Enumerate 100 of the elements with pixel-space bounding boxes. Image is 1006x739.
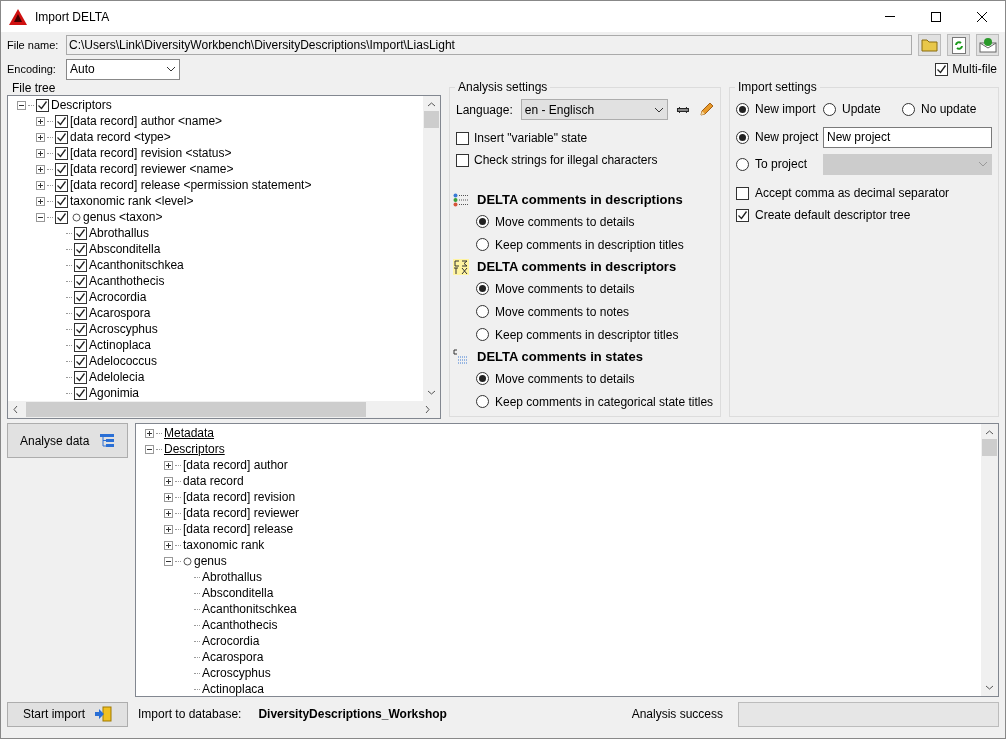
- tree-item[interactable]: [data record] reviewer <name>: [70, 160, 234, 178]
- radio-button[interactable]: [736, 102, 749, 116]
- expand-toggle[interactable]: [164, 508, 173, 518]
- reload-button[interactable]: [947, 34, 970, 56]
- tree-item[interactable]: Acarospora: [89, 304, 151, 322]
- checkbox[interactable]: [74, 370, 87, 384]
- scrollbar-thumb[interactable]: [982, 439, 997, 456]
- tree-item[interactable]: [data record] author <name>: [70, 112, 223, 130]
- vertical-scrollbar[interactable]: [423, 96, 440, 401]
- checkbox[interactable]: [36, 98, 49, 112]
- horizontal-scrollbar[interactable]: [8, 401, 440, 418]
- tree-item[interactable]: [data record] author: [183, 456, 288, 474]
- tree-item[interactable]: Acroscyphus: [202, 664, 271, 682]
- expand-toggle[interactable]: [36, 180, 45, 190]
- tree-item[interactable]: [data record] release <permission statement>: [70, 176, 312, 194]
- tree-item[interactable]: Abrothallus: [89, 224, 150, 242]
- radio-button[interactable]: [476, 215, 489, 228]
- vertical-scrollbar[interactable]: [981, 424, 998, 696]
- tree-item[interactable]: Agonimia: [89, 384, 140, 401]
- expand-toggle[interactable]: [36, 132, 45, 142]
- checkbox[interactable]: [74, 306, 87, 320]
- tree-item[interactable]: data record <type>: [70, 128, 171, 146]
- collapse-toggle[interactable]: [36, 212, 45, 222]
- tree-item[interactable]: Adelococcus: [89, 352, 158, 370]
- tree-item[interactable]: Adelolecia: [89, 368, 145, 386]
- tree-item[interactable]: Acarospora: [202, 648, 264, 666]
- tree-item[interactable]: Absconditella: [89, 240, 161, 258]
- radio-button[interactable]: [476, 305, 489, 318]
- start-import-button[interactable]: Start import: [7, 701, 128, 727]
- expand-toggle[interactable]: [164, 524, 173, 534]
- checkbox[interactable]: [55, 194, 68, 208]
- collapse-toggle[interactable]: [164, 556, 173, 566]
- checkbox[interactable]: [74, 338, 87, 352]
- tree-item[interactable]: Metadata: [164, 424, 215, 442]
- tree-item[interactable]: Acroscyphus: [89, 320, 158, 338]
- collapse-toggle[interactable]: [17, 100, 26, 110]
- checkbox[interactable]: [55, 210, 68, 224]
- checkbox[interactable]: [74, 242, 87, 256]
- checkbox[interactable]: [456, 153, 469, 167]
- tree-item[interactable]: Acanthothecis: [202, 616, 278, 634]
- expand-toggle[interactable]: [164, 460, 173, 470]
- tree-item[interactable]: [data record] reviewer: [183, 504, 300, 522]
- radio-button[interactable]: [476, 395, 489, 408]
- radio-button[interactable]: [902, 102, 915, 116]
- radio-button[interactable]: [476, 328, 489, 341]
- tree-item[interactable]: Acrocordia: [202, 632, 260, 650]
- checkbox[interactable]: [55, 130, 68, 144]
- radio-button[interactable]: [823, 102, 836, 116]
- tree-item[interactable]: Descriptors: [164, 440, 225, 458]
- tree-item[interactable]: [data record] revision <status>: [70, 144, 232, 162]
- checkbox[interactable]: [55, 146, 68, 160]
- tree-item[interactable]: Acrocordia: [89, 288, 147, 306]
- tree-item[interactable]: data record: [183, 472, 244, 490]
- encoding-dropdown[interactable]: Auto: [66, 58, 180, 80]
- checkbox[interactable]: [74, 386, 87, 400]
- checkbox[interactable]: [55, 162, 68, 176]
- swap-icon[interactable]: [676, 104, 691, 115]
- checkbox[interactable]: [74, 322, 87, 336]
- file-name-field[interactable]: C:\Users\Link\DiversityWorkbench\DiversityDescriptions\Import\LiasLight: [66, 35, 912, 55]
- tree-item[interactable]: Acanthothecis: [89, 272, 165, 290]
- mail-button[interactable]: [976, 34, 999, 56]
- checkbox[interactable]: [74, 290, 87, 304]
- language-dropdown[interactable]: en - Englisch: [520, 99, 669, 120]
- radio-button[interactable]: [476, 372, 489, 385]
- tree-item[interactable]: taxonomic rank: [183, 536, 265, 554]
- tree-item[interactable]: Absconditella: [202, 584, 274, 602]
- tree-item[interactable]: Descriptors: [51, 96, 112, 114]
- radio-button[interactable]: [476, 238, 489, 251]
- checkbox[interactable]: [55, 178, 68, 192]
- expand-toggle[interactable]: [164, 492, 173, 502]
- expand-toggle[interactable]: [36, 164, 45, 174]
- checkbox[interactable]: [935, 62, 949, 76]
- project-name-field[interactable]: New project: [823, 126, 992, 148]
- radio-button[interactable]: [476, 282, 489, 295]
- checkbox[interactable]: [74, 258, 87, 272]
- tree-item[interactable]: Abrothallus: [202, 568, 263, 586]
- checkbox[interactable]: [736, 208, 749, 222]
- tree-item[interactable]: genus <taxon>: [83, 208, 163, 226]
- checkbox[interactable]: [74, 354, 87, 368]
- expand-toggle[interactable]: [36, 196, 45, 206]
- checkbox[interactable]: [456, 131, 469, 145]
- scrollbar-thumb[interactable]: [424, 111, 439, 128]
- tree-item[interactable]: [data record] revision: [183, 488, 296, 506]
- tree-item[interactable]: Actinoplaca: [202, 680, 265, 696]
- pencil-icon[interactable]: [698, 101, 714, 118]
- expand-toggle[interactable]: [145, 428, 154, 438]
- collapse-toggle[interactable]: [145, 444, 154, 454]
- checkbox[interactable]: [55, 114, 68, 128]
- tree-item[interactable]: Actinoplaca: [89, 336, 152, 354]
- checkbox[interactable]: [74, 226, 87, 240]
- tree-item[interactable]: genus: [194, 552, 227, 570]
- checkbox[interactable]: [74, 274, 87, 288]
- expand-toggle[interactable]: [164, 540, 173, 550]
- tree-item[interactable]: Acanthonitschkea: [202, 600, 297, 618]
- expand-toggle[interactable]: [36, 116, 45, 126]
- checkbox[interactable]: [736, 186, 749, 200]
- analyse-data-button[interactable]: Analyse data: [7, 423, 128, 458]
- expand-toggle[interactable]: [164, 476, 173, 486]
- expand-toggle[interactable]: [36, 148, 45, 158]
- tree-item[interactable]: Acanthonitschkea: [89, 256, 184, 274]
